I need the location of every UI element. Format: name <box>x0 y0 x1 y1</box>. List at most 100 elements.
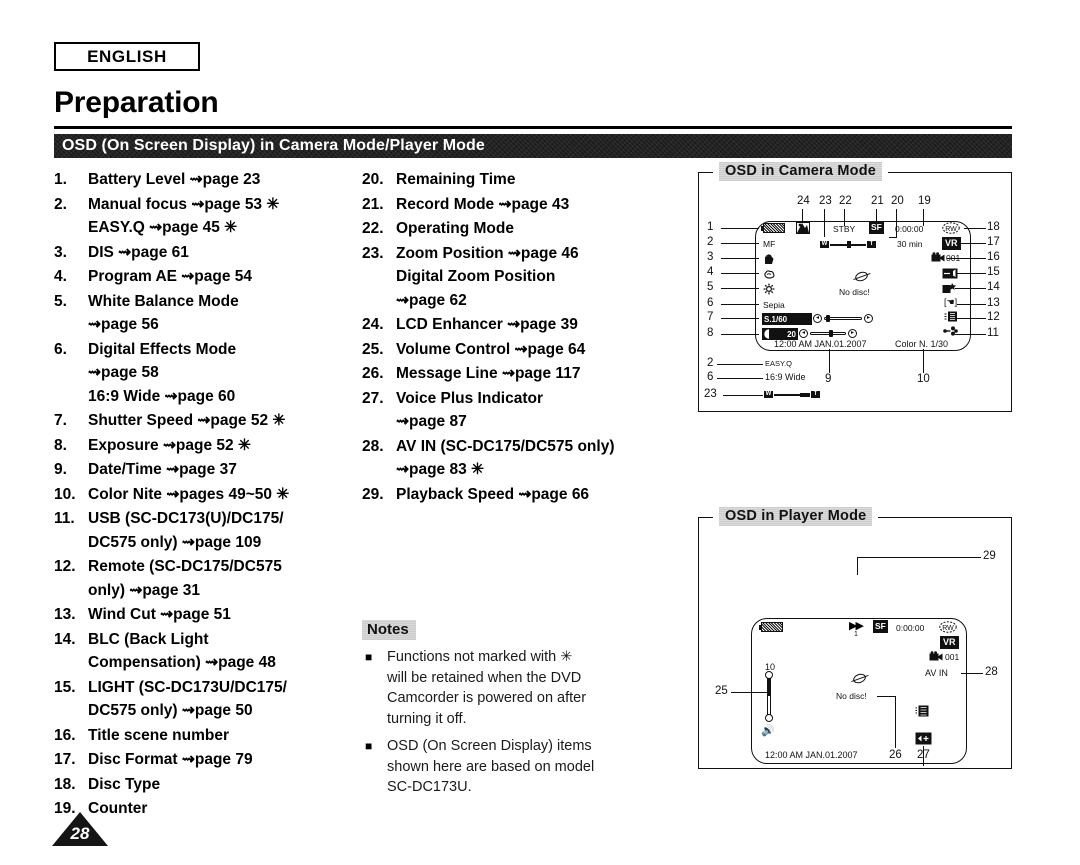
osd-list-left-item: 17. Disc Format ⇝page 79 <box>54 748 354 772</box>
player-disc-type-icon: RW <box>939 621 957 636</box>
osd-list-left-item-number: 11. <box>54 510 75 527</box>
remote-svg <box>944 311 957 322</box>
player-camcorder-svg <box>929 651 943 661</box>
notes-items: ■ Functions not marked with ✳ will be ret… <box>362 647 662 798</box>
exposure-decrease-arrow[interactable]: ◂ <box>799 329 808 338</box>
callout-13: 13 <box>987 297 1000 309</box>
osd-list-mid-item-label: Message Line ⇝page 117 <box>396 365 581 382</box>
osd-list-mid-item-label: Volume Control ⇝page 64 <box>396 340 586 358</box>
language-badge: ENGLISH <box>54 42 200 71</box>
leader-29-v <box>857 557 858 575</box>
volume-fill <box>767 676 771 696</box>
title-scene-number-icon <box>931 252 945 266</box>
osd-list-left-item-number: 1. <box>54 171 67 188</box>
callout-24: 24 <box>797 195 810 207</box>
osd-list-left-item: 12. Remote (SC-DC175/DC575 only) ⇝page 31 <box>54 555 354 602</box>
callout-11: 11 <box>987 327 999 339</box>
callout-10: 10 <box>917 373 930 385</box>
leader-29-h <box>857 557 981 558</box>
exposure-adjust: ◂ ▸ <box>799 329 857 338</box>
voice-plus-2-svg <box>915 732 932 745</box>
title-scene-number-text: 001 <box>946 253 961 263</box>
playback-speed-index: 1 <box>854 631 858 638</box>
callout-9: 9 <box>825 373 832 385</box>
osd-list-mid-item: 29. Playback Speed ⇝page 66 <box>362 483 662 507</box>
osd-item-list-left: 1. Battery Level ⇝page 23 2. Manual focus ⇝… <box>54 168 354 822</box>
exposure-track <box>810 332 846 335</box>
osd-list-left-item: 8. Exposure ⇝page 52 ✳ <box>54 434 354 458</box>
osd-list-left-item-label: Remote (SC-DC175/DC575 only) ⇝page 31 <box>88 558 282 599</box>
callout-2-below: 2 <box>707 357 714 369</box>
osd-list-mid-item: 23. Zoom Position ⇝page 46 Digital Zoom P… <box>362 242 662 313</box>
program-ae-icon <box>763 268 776 283</box>
usb-icon <box>943 326 958 339</box>
osd-list-left-item: 7. Shutter Speed ⇝page 52 ✳ <box>54 409 354 433</box>
osd-list-left-item-label: BLC (Back Light Compensation) ⇝page 48 <box>88 630 276 672</box>
shutter-decrease-arrow[interactable]: ◂ <box>813 314 822 323</box>
osd-list-left-item: 14. BLC (Back Light Compensation) ⇝page 4… <box>54 628 354 675</box>
battery-level-icon <box>761 223 785 233</box>
osd-list-left-item-label: DIS ⇝page 61 <box>88 243 189 261</box>
player-disc-type-label: RW <box>942 625 954 632</box>
player-counter-text: 0:00:00 <box>896 623 925 633</box>
leader-9 <box>829 349 830 373</box>
osd-list-mid-item-label: LCD Enhancer ⇝page 39 <box>396 316 578 333</box>
callout-21: 21 <box>871 195 884 207</box>
osd-list-left-item: 5. White Balance Mode ⇝page 56 <box>54 290 354 337</box>
leader-1 <box>721 228 759 229</box>
voice-plus-svg <box>915 705 929 717</box>
osd-list-mid-item: 22. Operating Mode <box>362 217 662 241</box>
callout-12: 12 <box>987 311 1000 323</box>
leader-2-below <box>717 364 763 365</box>
callout-8: 8 <box>707 327 714 339</box>
osd-list-mid-item-number: 23. <box>362 244 384 262</box>
osd-player-mode-legend: OSD in Player Mode <box>713 507 879 526</box>
osd-list-mid-item: 28. AV IN (SC-DC175/DC575 only) ⇝page 83 … <box>362 435 662 482</box>
digital-zoom-wide-cap: W <box>764 391 773 398</box>
callout-23-below: 23 <box>704 388 717 400</box>
osd-list-mid-item-label: Operating Mode <box>396 220 514 237</box>
leader-4 <box>721 273 759 274</box>
note-item: ■ OSD (On Screen Display) items shown her… <box>362 736 662 798</box>
leader-26-v <box>895 696 896 748</box>
page-title: Preparation <box>54 86 219 119</box>
zoom-position-bar: W T <box>820 241 876 248</box>
player-disc-format-chip: VR <box>940 636 959 649</box>
player-disc-type-svg: RW <box>939 621 957 633</box>
no-disc-message: No disc! <box>839 287 870 297</box>
callout-28: 28 <box>985 666 998 678</box>
osd-list-mid-item-number: 21. <box>362 195 384 213</box>
osd-list-left-item-number: 15. <box>54 678 76 696</box>
osd-list-left-item-number: 13. <box>54 606 76 623</box>
leader-8 <box>721 334 759 335</box>
osd-list-left-item: 6. Digital Effects Mode ⇝page 58 16:9 Wid… <box>54 338 354 409</box>
language-badge-label: ENGLISH <box>87 46 167 66</box>
exposure-increase-arrow[interactable]: ▸ <box>848 329 857 338</box>
page-number-badge: 28 <box>52 812 108 846</box>
osd-list-left-item-number: 16. <box>54 726 76 744</box>
osd-list-left-item-number: 3. <box>54 243 67 261</box>
no-disc-icon <box>853 270 871 283</box>
leader-6-below <box>717 378 763 379</box>
osd-list-mid-item-number: 22. <box>362 220 384 237</box>
volume-slider[interactable] <box>763 670 775 726</box>
zoom-tele-cap: T <box>867 241 876 248</box>
leader-6 <box>721 304 759 305</box>
osd-list-mid-item: 27. Voice Plus Indicator ⇝page 87 <box>362 387 662 434</box>
lcd-enhancer-icon <box>796 222 810 236</box>
shutter-increase-arrow[interactable]: ▸ <box>864 314 873 323</box>
osd-list-left-item-label: Title scene number <box>88 726 229 744</box>
white-balance-svg <box>763 283 775 295</box>
osd-list-mid-item: 20. Remaining Time <box>362 168 662 192</box>
note-item: ■ Functions not marked with ✳ will be ret… <box>362 647 662 729</box>
operating-mode-text: STBY <box>833 224 856 234</box>
osd-list-left-item-label: White Balance Mode ⇝page 56 <box>88 292 239 334</box>
wind-cut-icon: [☚] <box>944 297 958 307</box>
osd-list-mid-item: 25. Volume Control ⇝page 64 <box>362 338 662 362</box>
lcd-enhancer-svg <box>796 222 810 234</box>
dis-hand-svg <box>765 254 774 264</box>
callout-16: 16 <box>987 251 1000 263</box>
light-svg <box>942 268 958 279</box>
leader-28 <box>961 673 983 674</box>
osd-list-mid-item-number: 27. <box>362 389 384 407</box>
